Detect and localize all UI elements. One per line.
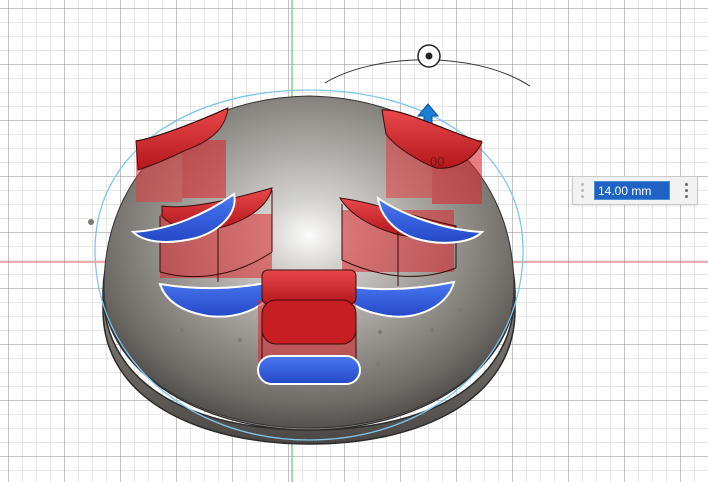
vertical-ellipsis-icon[interactable] bbox=[680, 182, 692, 199]
distance-input[interactable] bbox=[594, 181, 670, 200]
dimension-input-box[interactable] bbox=[572, 176, 698, 205]
mouth-profile[interactable] bbox=[257, 355, 361, 385]
model-scene[interactable]: 00 bbox=[0, 0, 708, 482]
rotate-handle-icon[interactable] bbox=[417, 44, 441, 68]
drag-handle-icon[interactable] bbox=[576, 181, 588, 200]
ghost-value-label: 00 bbox=[430, 154, 444, 169]
left-eyebrow-extrusion[interactable] bbox=[135, 107, 229, 202]
canvas-viewport[interactable]: 00 bbox=[0, 0, 708, 482]
